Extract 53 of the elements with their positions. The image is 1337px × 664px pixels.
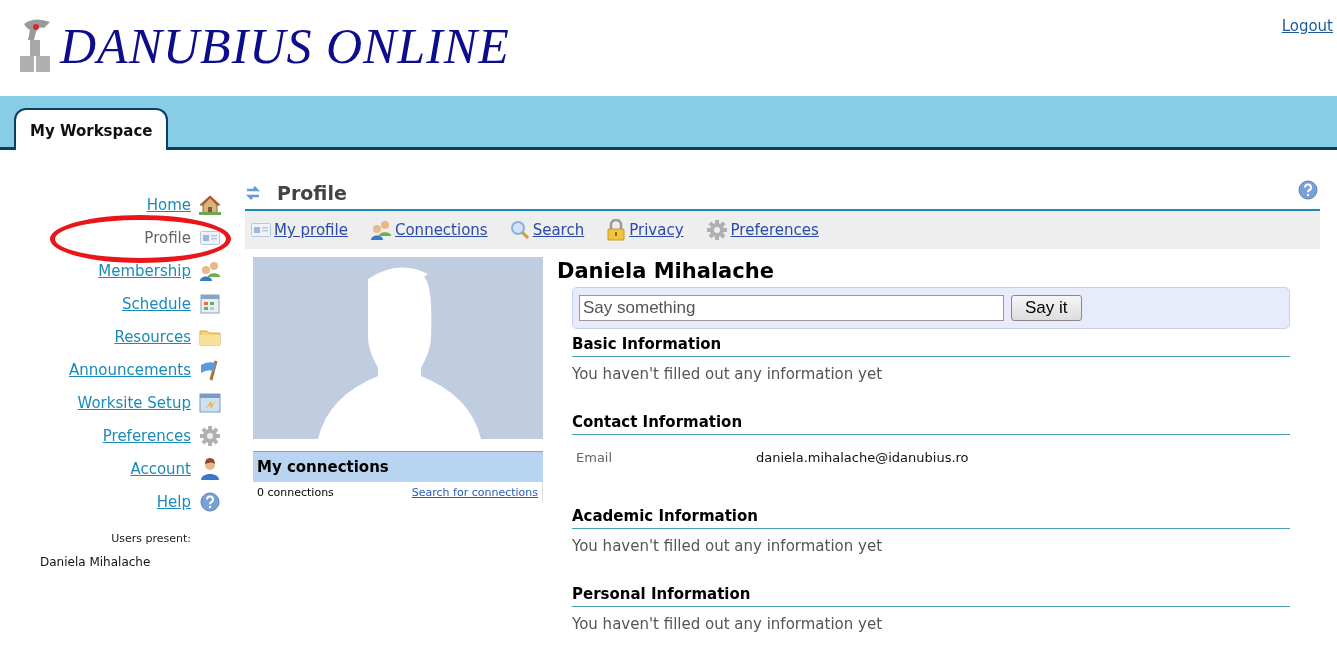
search-icon bbox=[509, 220, 530, 240]
nav-link[interactable]: Account bbox=[130, 459, 191, 478]
people-icon bbox=[199, 260, 221, 281]
profile-name: Daniela Mihalache bbox=[557, 259, 775, 283]
calendar-icon bbox=[200, 293, 220, 314]
nav-link[interactable]: Membership bbox=[98, 261, 191, 280]
empty-message: You haven't filled out any information yet bbox=[572, 615, 883, 633]
logo-text: DANUBIUS ONLINE bbox=[60, 21, 510, 71]
toolbar-link[interactable]: Search bbox=[532, 221, 585, 239]
house-icon bbox=[199, 194, 221, 215]
id-card-icon bbox=[251, 223, 271, 237]
search-connections-link[interactable]: Search for connections bbox=[411, 486, 538, 499]
workspace-tab[interactable]: My Workspace bbox=[14, 108, 169, 150]
folder-icon bbox=[199, 327, 221, 346]
gear-icon bbox=[199, 424, 221, 447]
id-card-icon bbox=[200, 230, 220, 245]
nav-link[interactable]: Resources bbox=[114, 327, 191, 346]
toolbar-link[interactable]: Connections bbox=[394, 221, 488, 239]
field-value: daniela.mihalache@idanubius.ro bbox=[756, 450, 969, 465]
nav-link[interactable]: Home bbox=[146, 195, 191, 214]
status-field[interactable]: Say something bbox=[579, 295, 1004, 321]
logout-link[interactable]: Logout bbox=[1281, 17, 1333, 35]
toolbar-link[interactable]: Preferences bbox=[730, 221, 819, 239]
swap-arrows-icon bbox=[245, 183, 261, 202]
current-nav-item[interactable]: Profile bbox=[144, 228, 191, 247]
people-icon bbox=[369, 220, 392, 240]
connections-header: My connections bbox=[253, 451, 543, 482]
logo-icon bbox=[18, 18, 52, 74]
page-title: Profile bbox=[277, 181, 347, 204]
section-heading: Contact Information bbox=[572, 407, 1290, 435]
empty-message: You haven't filled out any information yet bbox=[572, 365, 883, 383]
nav-link[interactable]: Worksite Setup bbox=[77, 393, 191, 412]
user-name: Daniela Mihalache bbox=[39, 555, 152, 569]
gear-icon bbox=[705, 219, 728, 241]
section-heading: Academic Information bbox=[572, 501, 1290, 529]
section-heading: Personal Information bbox=[572, 579, 1290, 607]
toolbar-link[interactable]: Privacy bbox=[629, 221, 684, 239]
toolbar-link[interactable]: My profile bbox=[274, 221, 348, 239]
section-heading: Basic Information bbox=[572, 329, 1290, 357]
nav-link[interactable]: Announcements bbox=[69, 360, 191, 379]
connections-count: 0 connections bbox=[257, 486, 334, 499]
lock-icon bbox=[606, 219, 627, 241]
say-it-button[interactable]: Say it bbox=[1011, 295, 1082, 321]
nav-link[interactable]: Help bbox=[156, 492, 191, 511]
help-icon bbox=[200, 491, 220, 512]
window-icon bbox=[199, 392, 221, 413]
person-icon bbox=[200, 457, 220, 480]
nav-link[interactable]: Preferences bbox=[102, 426, 191, 445]
nav-link[interactable]: Schedule bbox=[122, 294, 191, 313]
empty-message: You haven't filled out any information yet bbox=[572, 537, 883, 555]
help-icon[interactable] bbox=[1298, 180, 1318, 200]
users-present-label: Users present: bbox=[110, 532, 192, 545]
field-label: Email bbox=[576, 450, 614, 465]
